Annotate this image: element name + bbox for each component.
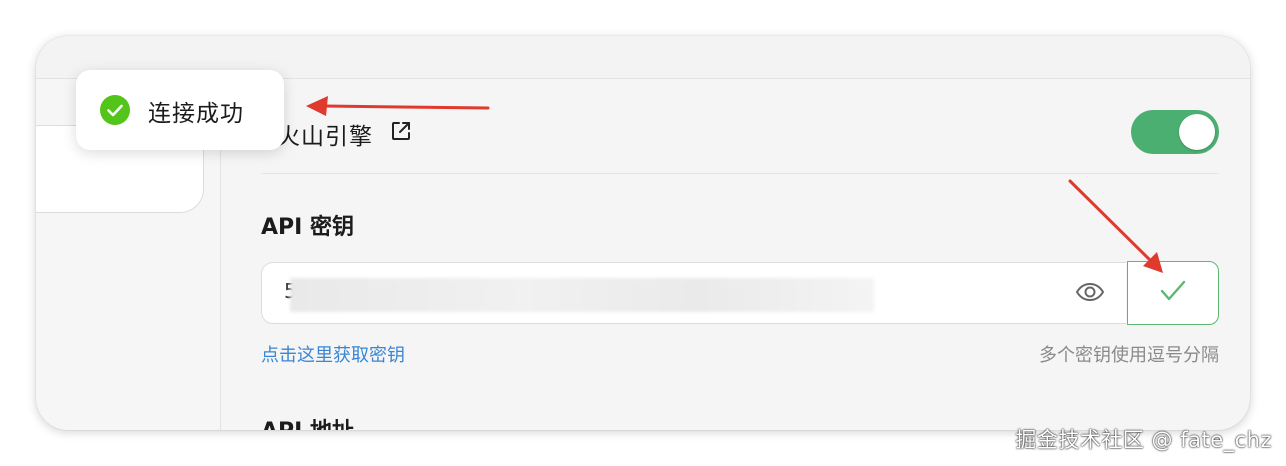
get-api-key-link[interactable]: 点击这里获取密钥: [261, 341, 405, 367]
toast-message: 连接成功: [148, 101, 244, 127]
check-icon: [1160, 280, 1186, 301]
check-circle-icon: [100, 95, 130, 125]
api-address-label: API 地址: [261, 413, 354, 430]
api-key-input[interactable]: 5: [261, 262, 1126, 324]
watermark: 掘金技术社区 @ fate_chz: [1015, 428, 1272, 452]
api-key-hint: 多个密钥使用逗号分隔: [1039, 345, 1219, 366]
provider-enable-toggle[interactable]: [1131, 110, 1219, 154]
provider-name: 火山引擎: [277, 124, 373, 150]
eye-icon[interactable]: [1074, 280, 1106, 304]
provider-header: 火山引擎: [261, 109, 1219, 174]
api-key-redaction: [290, 278, 874, 312]
api-key-label: API 密钥: [261, 215, 354, 240]
success-toast: 连接成功: [76, 70, 284, 150]
external-link-icon[interactable]: [389, 119, 413, 143]
toggle-knob: [1179, 114, 1215, 150]
provider-settings-panel: 火山引擎 API 密钥 5: [221, 79, 1250, 430]
check-api-key-button[interactable]: [1127, 261, 1219, 325]
